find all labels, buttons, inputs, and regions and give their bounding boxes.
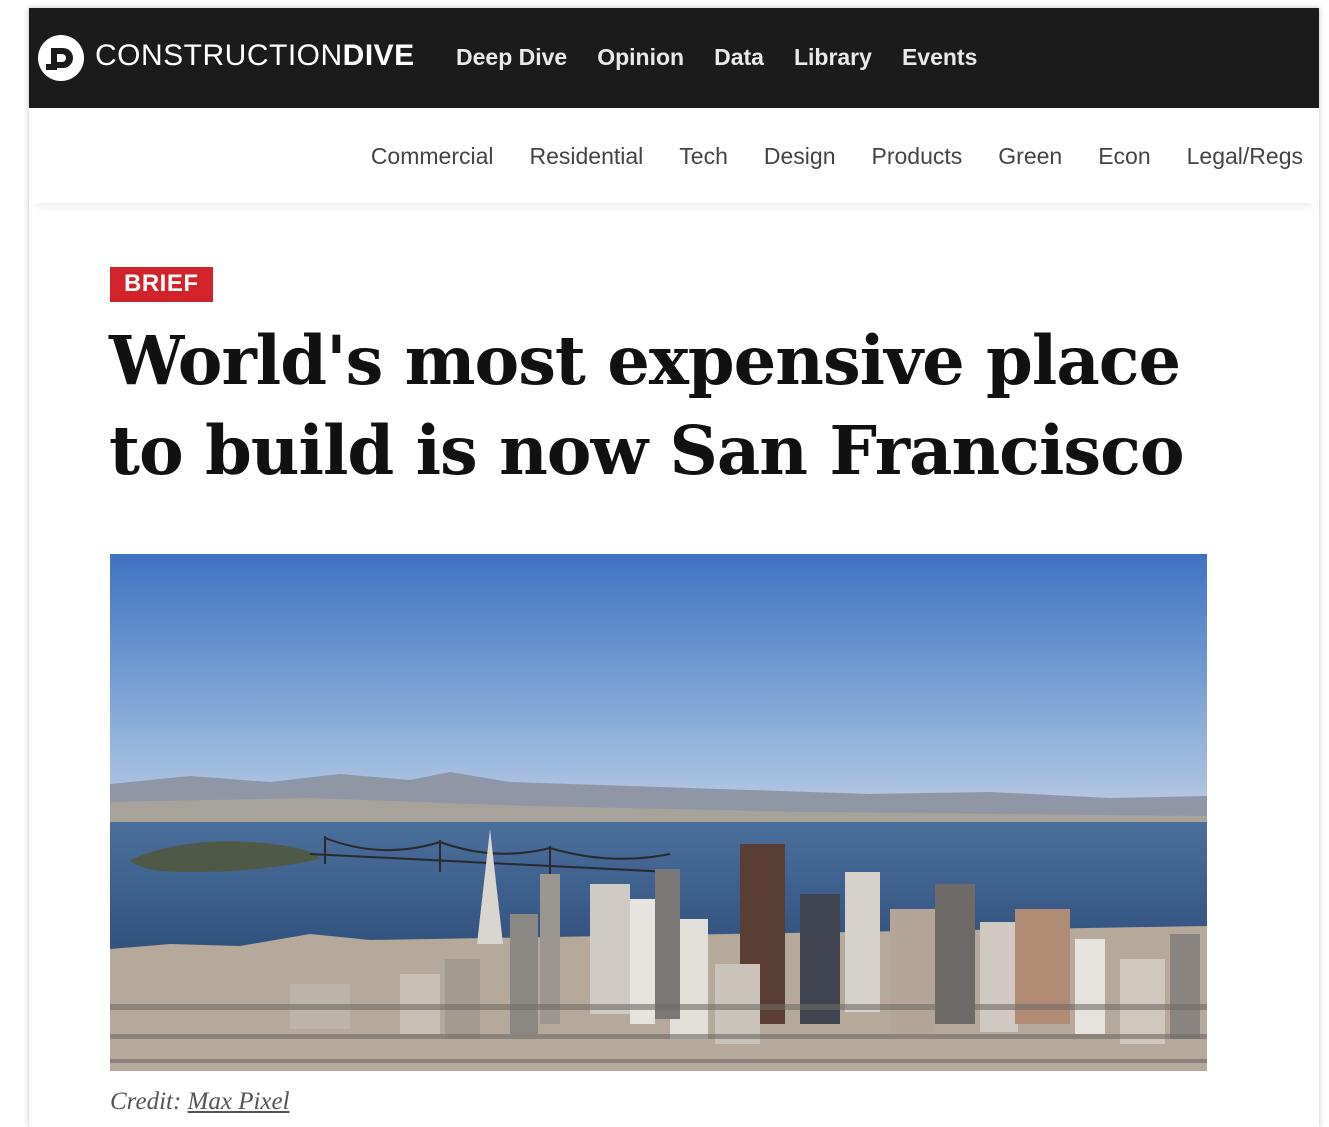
top-navigation-bar: CONSTRUCTIONDIVE Deep Dive Opinion Data … (29, 8, 1319, 108)
main-nav-library[interactable]: Library (794, 44, 872, 71)
main-nav-events[interactable]: Events (902, 44, 977, 71)
article-type-badge: BRIEF (110, 267, 213, 302)
topic-nav-design[interactable]: Design (764, 143, 836, 170)
topic-nav-residential[interactable]: Residential (530, 143, 644, 170)
construction-dive-logo-icon[interactable] (37, 34, 85, 82)
credit-label: Credit: (110, 1088, 182, 1115)
topic-nav-legal-regs[interactable]: Legal/Regs (1187, 143, 1303, 170)
main-nav-data[interactable]: Data (714, 44, 764, 71)
topic-nav-green[interactable]: Green (998, 143, 1062, 170)
headline-line-2: to build is now San Francisco (109, 411, 1185, 490)
san-francisco-skyline-image (110, 554, 1207, 1071)
topic-nav-econ[interactable]: Econ (1098, 143, 1150, 170)
article-headline: World's most expensive place to build is… (109, 316, 1259, 496)
brand-name-light: CONSTRUCTION (95, 39, 343, 72)
hero-image (110, 554, 1207, 1071)
main-nav: Deep Dive Opinion Data Library Events (456, 44, 1007, 71)
topic-nav-commercial[interactable]: Commercial (371, 143, 494, 170)
topic-nav: Commercial Residential Tech Design Produ… (335, 143, 1303, 170)
brand-wordmark[interactable]: CONSTRUCTIONDIVE (95, 39, 415, 73)
brand-name-bold: DIVE (342, 39, 415, 72)
page-frame: CONSTRUCTIONDIVE Deep Dive Opinion Data … (29, 8, 1319, 1127)
topic-nav-products[interactable]: Products (872, 143, 963, 170)
image-credit: Credit: Max Pixel (110, 1088, 290, 1116)
credit-link[interactable]: Max Pixel (188, 1088, 290, 1115)
topic-nav-tech[interactable]: Tech (679, 143, 728, 170)
main-nav-deep-dive[interactable]: Deep Dive (456, 44, 567, 71)
headline-line-1: World's most expensive place (109, 321, 1181, 400)
topic-navigation-bar: Commercial Residential Tech Design Produ… (29, 108, 1319, 203)
main-nav-opinion[interactable]: Opinion (597, 44, 684, 71)
